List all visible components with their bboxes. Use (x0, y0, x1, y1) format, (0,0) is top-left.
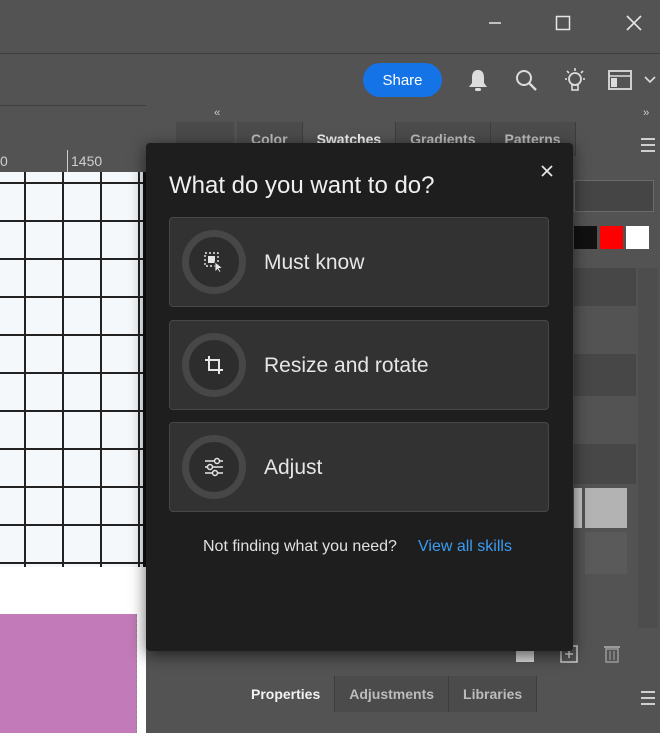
options-bar: Share (0, 53, 660, 106)
swatches-scrollbar[interactable] (638, 268, 658, 628)
skills-popup: What do you want to do? Must know Resize… (146, 143, 573, 651)
maximize-icon[interactable] (548, 10, 578, 36)
share-button[interactable]: Share (363, 63, 442, 97)
collapse-left-icon[interactable]: ‹‹ (214, 107, 220, 119)
skill-card-adjust[interactable]: Adjust (169, 422, 549, 512)
workspace-icon[interactable] (606, 66, 634, 94)
new-swatch-icon[interactable] (516, 650, 534, 662)
swatch-group-row[interactable] (574, 268, 636, 306)
pink-image-region (0, 614, 137, 733)
skill-label: Adjust (264, 456, 323, 479)
panel-menu-icon[interactable] (641, 691, 655, 705)
skill-label: Must know (264, 251, 365, 274)
horizontal-ruler: 0 1450 (0, 150, 146, 173)
tab-adjustments[interactable]: Adjustments (335, 676, 450, 712)
ruler-tick (67, 150, 68, 172)
swatch-group-row[interactable] (574, 354, 636, 396)
swatch-white[interactable] (626, 226, 649, 249)
document-canvas[interactable] (0, 172, 146, 733)
title-bar (0, 0, 660, 52)
view-all-skills-link[interactable]: View all skills (418, 538, 512, 556)
crop-icon (182, 333, 246, 397)
tab-libraries[interactable]: Libraries (449, 676, 538, 712)
close-icon[interactable] (535, 159, 559, 183)
swatch-search-field[interactable] (574, 180, 654, 212)
swatch-black[interactable] (574, 226, 597, 249)
properties-tabbar: Properties Adjustments Libraries (237, 676, 538, 712)
panel-menu-icon[interactable] (641, 138, 655, 152)
select-cursor-icon (182, 230, 246, 294)
sliders-icon (182, 435, 246, 499)
ruler-label-right: 1450 (71, 153, 103, 169)
bell-icon[interactable] (464, 66, 492, 94)
lightbulb-icon[interactable] (561, 66, 589, 94)
swatch-dark-gray[interactable] (585, 532, 627, 574)
tab-properties[interactable]: Properties (237, 676, 336, 712)
grid-image (0, 172, 146, 567)
swatch-gray-light[interactable] (574, 488, 582, 528)
popup-title: What do you want to do? (169, 172, 435, 199)
ruler-label-left: 0 (0, 153, 8, 169)
search-icon[interactable] (512, 66, 540, 94)
chevron-down-icon[interactable] (640, 66, 660, 94)
collapse-right-icon[interactable]: ›› (643, 107, 649, 119)
trash-icon[interactable] (603, 643, 621, 668)
swatch-group-row[interactable] (574, 444, 636, 484)
swatch-red[interactable] (600, 226, 623, 249)
skill-card-resize-rotate[interactable]: Resize and rotate (169, 320, 549, 410)
footer-prompt: Not finding what you need? (203, 538, 397, 555)
minimize-icon[interactable] (480, 10, 510, 36)
swatch-gray[interactable] (585, 488, 627, 528)
skill-card-must-know[interactable]: Must know (169, 217, 549, 307)
skill-label: Resize and rotate (264, 354, 429, 377)
close-icon[interactable] (619, 10, 649, 36)
